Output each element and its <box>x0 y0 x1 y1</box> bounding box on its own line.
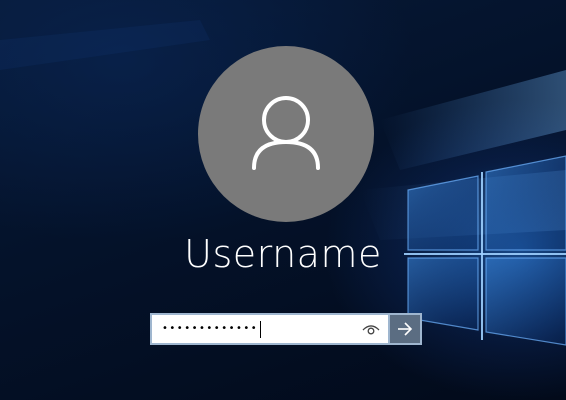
submit-button[interactable] <box>390 313 422 345</box>
text-caret <box>260 320 262 338</box>
user-avatar <box>198 46 374 222</box>
password-input[interactable]: ••••••••••••• <box>150 313 390 345</box>
username-label: Username <box>184 232 382 276</box>
password-mask: ••••••••••••• <box>162 323 259 334</box>
user-silhouette-icon <box>252 96 320 170</box>
password-row: ••••••••••••• <box>150 313 422 345</box>
reveal-password-button[interactable] <box>362 321 380 337</box>
arrow-right-icon <box>398 322 413 336</box>
eye-icon <box>362 325 380 335</box>
lock-screen: Username ••••••••••••• <box>0 0 566 400</box>
